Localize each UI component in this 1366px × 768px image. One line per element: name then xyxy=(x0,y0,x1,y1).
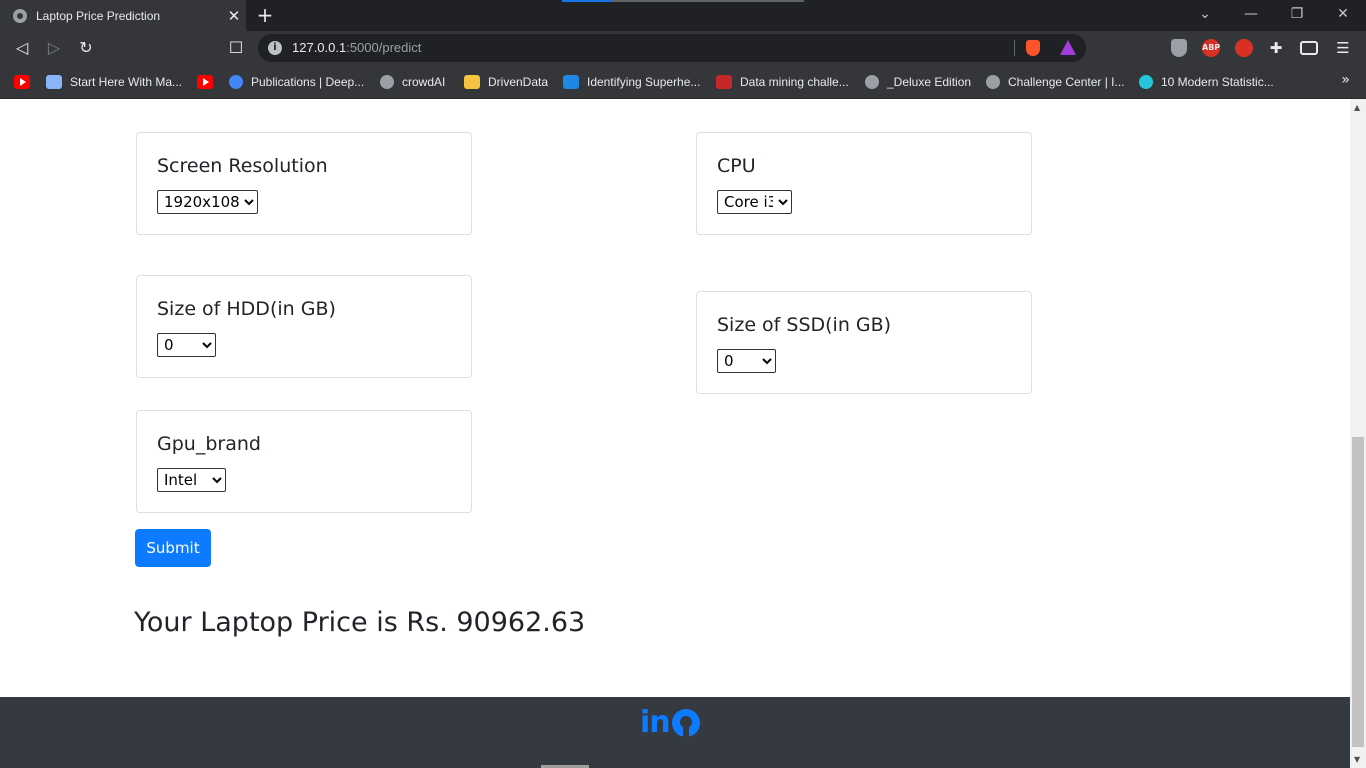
tab-title: Laptop Price Prediction xyxy=(36,8,161,23)
bookmark-drivendata[interactable]: DrivenData xyxy=(464,72,548,92)
bookmark-start-here[interactable]: Start Here With Ma... xyxy=(46,72,182,92)
github-icon[interactable] xyxy=(671,708,700,737)
bookmarks-overflow-icon[interactable]: » xyxy=(1341,72,1350,88)
extensions-puzzle-icon[interactable]: ✚ xyxy=(1267,39,1285,57)
cpu-label: CPU xyxy=(717,155,756,177)
hdd-select[interactable]: 0 xyxy=(157,333,216,357)
tab-search-button[interactable]: ⌄ xyxy=(1182,0,1228,31)
submit-button[interactable]: Submit xyxy=(135,529,211,567)
minimize-button[interactable]: — xyxy=(1228,0,1274,31)
screen-resolution-select[interactable]: 1920x1080 xyxy=(157,190,258,214)
browser-tab-bar: Laptop Price Prediction ✕ + ⌄ — ❐ ✕ xyxy=(0,0,1366,31)
gpu-brand-label: Gpu_brand xyxy=(157,433,261,455)
predicted-price-text: Your Laptop Price is Rs. 90962.63 xyxy=(134,607,586,638)
bookmark-label: Challenge Center | I... xyxy=(1008,75,1125,89)
url-host: 127.0.0.1 xyxy=(292,40,347,55)
youtube-icon xyxy=(14,75,30,89)
bookmark-challenge-center[interactable]: Challenge Center | I... xyxy=(986,72,1125,92)
bookmark-icon xyxy=(46,75,62,89)
gear-icon xyxy=(1139,75,1153,89)
brave-rewards-icon[interactable] xyxy=(1060,40,1076,55)
loading-indicator xyxy=(562,0,612,2)
brave-shields-icon[interactable] xyxy=(1026,40,1040,56)
vertical-scrollbar[interactable]: ▲ ▼ xyxy=(1350,99,1366,768)
back-button[interactable]: ◁ xyxy=(10,36,34,60)
scroll-up-arrow-icon[interactable]: ▲ xyxy=(1354,103,1360,112)
ssd-select[interactable]: 0 xyxy=(717,349,776,373)
bookmark-deluxe[interactable]: _Deluxe Edition xyxy=(865,72,971,92)
page-content: Screen Resolution 1920x1080 CPU Core i3 … xyxy=(0,99,1350,768)
new-tab-button[interactable]: + xyxy=(254,3,276,27)
bookmark-publications[interactable]: Publications | Deep... xyxy=(229,72,364,92)
reload-button[interactable]: ↻ xyxy=(74,36,98,60)
bookmark-label: Data mining challe... xyxy=(740,75,849,89)
bookmark-label: Identifying Superhe... xyxy=(587,75,701,89)
scrollbar-thumb[interactable] xyxy=(1352,437,1364,747)
adblock-plus-icon[interactable]: ABP xyxy=(1202,39,1220,57)
bookmark-label: Start Here With Ma... xyxy=(70,75,183,89)
bookmark-crowdai[interactable]: crowdAI xyxy=(380,72,445,92)
bookmark-youtube-2[interactable] xyxy=(197,72,221,92)
bookmark-youtube-1[interactable] xyxy=(14,72,38,92)
browser-tab[interactable]: Laptop Price Prediction ✕ xyxy=(0,0,246,31)
linkedin-icon[interactable]: in xyxy=(640,705,671,740)
gpu-brand-card: Gpu_brand Intel xyxy=(136,410,472,513)
url-text[interactable]: 127.0.0.1:5000/predict xyxy=(292,40,421,55)
challenge-icon xyxy=(716,75,732,89)
ssd-label: Size of SSD(in GB) xyxy=(717,314,892,336)
bookmark-label: Publications | Deep... xyxy=(251,75,365,89)
menu-icon[interactable]: ☰ xyxy=(1334,39,1352,57)
close-window-button[interactable]: ✕ xyxy=(1320,0,1366,31)
bookmark-label: crowdAI xyxy=(402,75,446,89)
gpu-brand-select[interactable]: Intel xyxy=(157,468,226,492)
youtube-icon xyxy=(197,75,213,89)
footer: in xyxy=(0,697,1350,768)
bookmark-data-mining[interactable]: Data mining challe... xyxy=(716,72,849,92)
hdd-card: Size of HDD(in GB) 0 xyxy=(136,275,472,378)
globe-icon xyxy=(380,75,394,89)
site-info-icon[interactable]: i xyxy=(268,41,282,55)
bookmark-identifying[interactable]: Identifying Superhe... xyxy=(563,72,700,92)
cpu-select[interactable]: Core i3 xyxy=(717,190,792,214)
bookmark-statistics[interactable]: 10 Modern Statistic... xyxy=(1139,72,1274,92)
cpu-card: CPU Core i3 xyxy=(696,132,1032,235)
deepmind-icon xyxy=(229,75,243,89)
bookmark-this-page-icon[interactable]: ☐ xyxy=(224,36,248,60)
address-bar-divider xyxy=(1014,40,1015,56)
hdd-label: Size of HDD(in GB) xyxy=(157,298,336,320)
bookmarks-bar: Start Here With Ma... Publications | Dee… xyxy=(0,64,1366,99)
url-path: :5000/predict xyxy=(346,40,422,55)
restore-button[interactable]: ❐ xyxy=(1274,0,1320,31)
stop-hand-extension-icon[interactable] xyxy=(1235,39,1253,57)
shield-extension-icon[interactable] xyxy=(1171,39,1187,57)
globe-icon xyxy=(986,75,1000,89)
social-links: in xyxy=(640,705,700,740)
scroll-down-arrow-icon[interactable]: ▼ xyxy=(1354,755,1360,764)
bookmark-label: 10 Modern Statistic... xyxy=(1161,75,1274,89)
globe-icon xyxy=(13,8,27,23)
address-bar[interactable]: i 127.0.0.1:5000/predict xyxy=(258,34,1086,62)
wallet-icon[interactable] xyxy=(1300,41,1318,55)
globe-icon xyxy=(865,75,879,89)
screen-resolution-label: Screen Resolution xyxy=(157,155,328,177)
bookmark-label: _Deluxe Edition xyxy=(887,75,972,89)
x-icon xyxy=(563,75,579,89)
forward-button[interactable]: ▷ xyxy=(42,36,66,60)
bookmark-label: DrivenData xyxy=(488,75,549,89)
screen-resolution-card: Screen Resolution 1920x1080 xyxy=(136,132,472,235)
tab-close-icon[interactable]: ✕ xyxy=(222,7,246,25)
drivendata-icon xyxy=(464,75,480,89)
loading-track xyxy=(612,0,804,2)
ssd-card: Size of SSD(in GB) 0 xyxy=(696,291,1032,394)
